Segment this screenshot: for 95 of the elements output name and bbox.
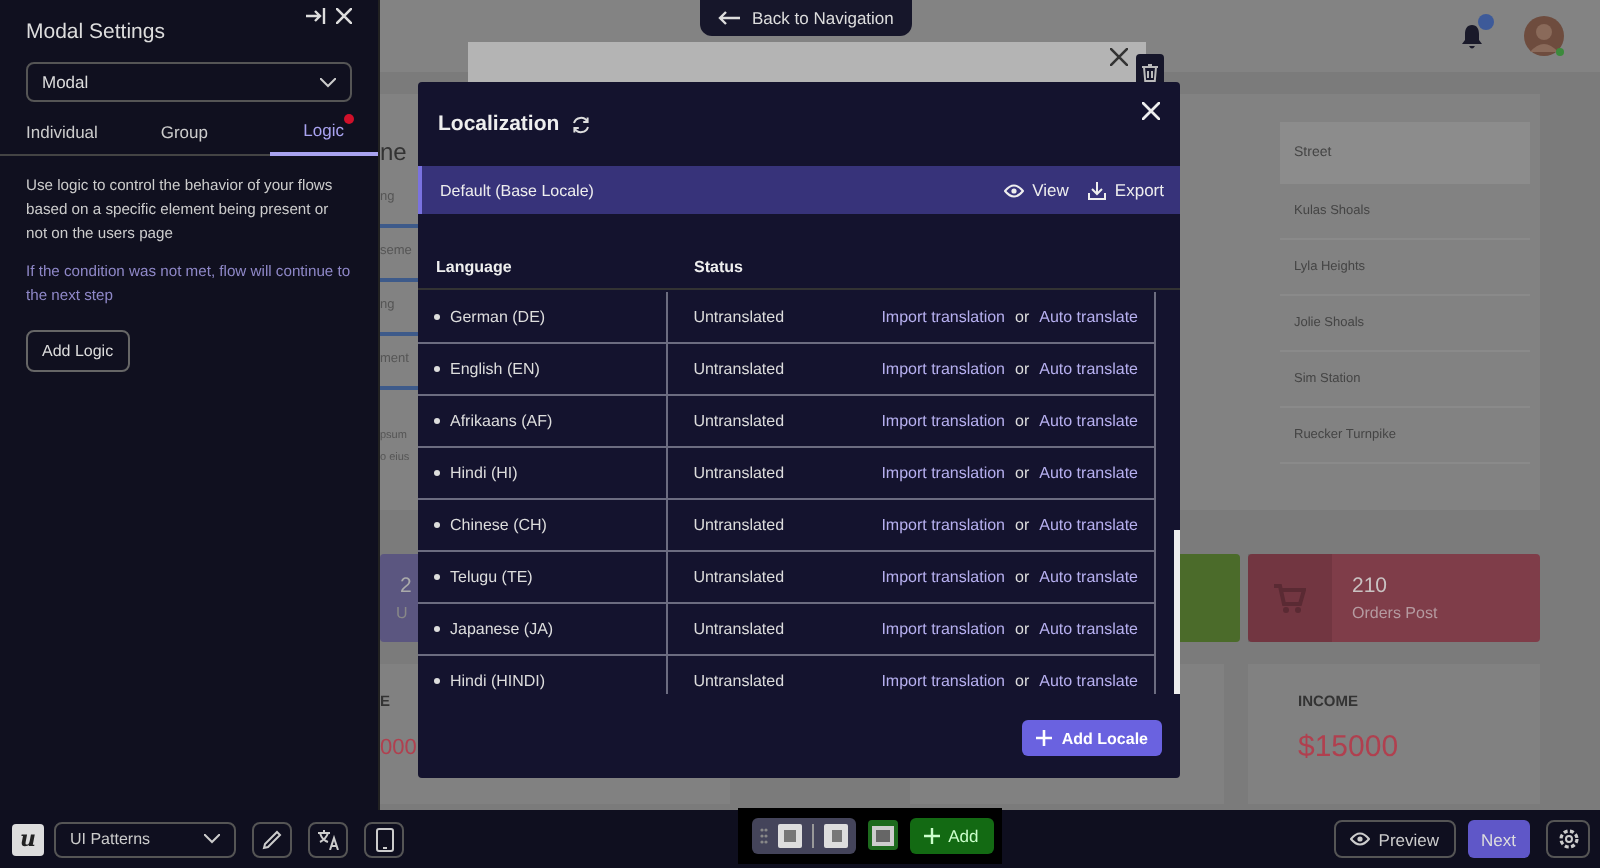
or-text: or: [1015, 672, 1030, 690]
or-text: or: [1015, 360, 1030, 378]
settings-tab[interactable]: Logic: [269, 112, 378, 156]
refresh-icon[interactable]: [571, 115, 590, 133]
auto-translate-link[interactable]: Auto translate: [1039, 620, 1138, 638]
status-text: Untranslated: [693, 568, 787, 586]
auto-translate-link[interactable]: Auto translate: [1039, 568, 1138, 586]
auto-translate-link[interactable]: Auto translate: [1039, 464, 1138, 482]
arrow-left-icon: [718, 9, 740, 25]
auto-translate-link[interactable]: Auto translate: [1039, 672, 1138, 690]
export-button[interactable]: Export: [1088, 180, 1164, 200]
import-link[interactable]: Import translation: [881, 464, 1005, 482]
pattern-select[interactable]: UI Patterns: [54, 821, 236, 857]
trash-icon: [1142, 63, 1158, 81]
auto-translate-link[interactable]: Auto translate: [1039, 516, 1138, 534]
status-text: Untranslated: [693, 464, 787, 482]
chevron-down-icon: [320, 77, 336, 87]
view-button[interactable]: View: [1004, 180, 1069, 200]
auto-translate-link[interactable]: Auto translate: [1039, 412, 1138, 430]
auto-translate-link[interactable]: Auto translate: [1039, 308, 1138, 326]
frame-icon: [871, 825, 894, 845]
next-button[interactable]: Next: [1467, 820, 1530, 858]
layout-icon[interactable]: [777, 823, 802, 847]
status-text: Untranslated: [693, 360, 787, 378]
status-text: Untranslated: [693, 412, 787, 430]
auto-translate-link[interactable]: Auto translate: [1039, 360, 1138, 378]
column-header: Status: [692, 258, 743, 276]
base-locale-label: Default (Base Locale): [440, 181, 596, 199]
card-amount: $15000: [1298, 730, 1401, 764]
close-icon[interactable]: [1110, 48, 1128, 66]
language-name: Hindi (HI): [450, 464, 518, 482]
stat-label: Orders Post: [1352, 604, 1438, 622]
column-header: Language: [434, 258, 514, 276]
back-button[interactable]: Back to Navigation: [700, 0, 912, 36]
language-name: Chinese (CH): [450, 516, 547, 534]
tablet-button[interactable]: [364, 821, 404, 857]
language-name: Afrikaans (AF): [450, 412, 553, 430]
scrollbar[interactable]: [1174, 530, 1180, 694]
plus-icon: [1035, 730, 1052, 746]
frame-button[interactable]: [867, 820, 898, 850]
or-text: or: [1015, 620, 1030, 638]
cart-icon: [1274, 583, 1306, 613]
heading-text: ne: [380, 138, 409, 170]
status-text: Untranslated: [693, 308, 787, 326]
collapse-icon[interactable]: [306, 8, 326, 24]
panel-title: Modal Settings: [26, 20, 167, 44]
modal-title: Localization: [438, 112, 560, 136]
settings-tab[interactable]: Group: [134, 112, 270, 154]
settings-tab[interactable]: Individual: [0, 112, 135, 154]
translate-icon: [317, 829, 339, 849]
settings-button[interactable]: [1546, 820, 1590, 858]
language-name: Telugu (TE): [450, 568, 533, 586]
add-button[interactable]: Add: [909, 817, 994, 853]
eye-icon: [1004, 183, 1025, 197]
layout-icon[interactable]: [823, 823, 848, 847]
language-name: German (DE): [450, 308, 546, 326]
or-text: or: [1015, 464, 1030, 482]
import-link[interactable]: Import translation: [881, 412, 1005, 430]
status-text: Untranslated: [693, 516, 787, 534]
chevron-down-icon: [204, 834, 220, 844]
language-name: Japanese (JA): [450, 620, 554, 638]
tablet-icon: [375, 827, 393, 851]
status-text: Untranslated: [693, 672, 787, 690]
language-name: English (EN): [450, 360, 540, 378]
or-text: or: [1015, 516, 1030, 534]
import-link[interactable]: Import translation: [881, 568, 1005, 586]
edit-button[interactable]: [252, 821, 292, 857]
preview-button[interactable]: Preview: [1334, 820, 1456, 858]
add-locale-button[interactable]: Add Locale: [1021, 720, 1162, 756]
or-text: or: [1015, 308, 1030, 326]
or-text: or: [1015, 412, 1030, 430]
or-text: or: [1015, 568, 1030, 586]
translate-button[interactable]: [308, 821, 348, 857]
grip-icon[interactable]: [759, 827, 768, 843]
eye-icon: [1350, 832, 1371, 846]
notification-badge: [1478, 13, 1494, 29]
app-logo[interactable]: u: [12, 823, 44, 855]
element-dropdown[interactable]: Modal: [26, 62, 352, 102]
add-logic-button[interactable]: Add Logic: [26, 330, 130, 372]
stat-value: 2: [400, 574, 412, 598]
card-amount: 000: [380, 736, 419, 760]
layout-switcher[interactable]: [751, 817, 856, 853]
bell-icon[interactable]: [1460, 23, 1484, 49]
plus-icon: [924, 827, 941, 843]
stat-value: 210: [1352, 574, 1390, 598]
import-link[interactable]: Import translation: [881, 308, 1005, 326]
pencil-icon: [262, 829, 282, 849]
import-link[interactable]: Import translation: [881, 672, 1005, 690]
settings-icon: [1557, 828, 1579, 850]
status-text: Untranslated: [693, 620, 787, 638]
language-name: Hindi (HINDI): [450, 672, 546, 690]
import-link[interactable]: Import translation: [881, 360, 1005, 378]
import-link[interactable]: Import translation: [881, 516, 1005, 534]
import-link[interactable]: Import translation: [881, 620, 1005, 638]
download-icon: [1088, 181, 1107, 199]
